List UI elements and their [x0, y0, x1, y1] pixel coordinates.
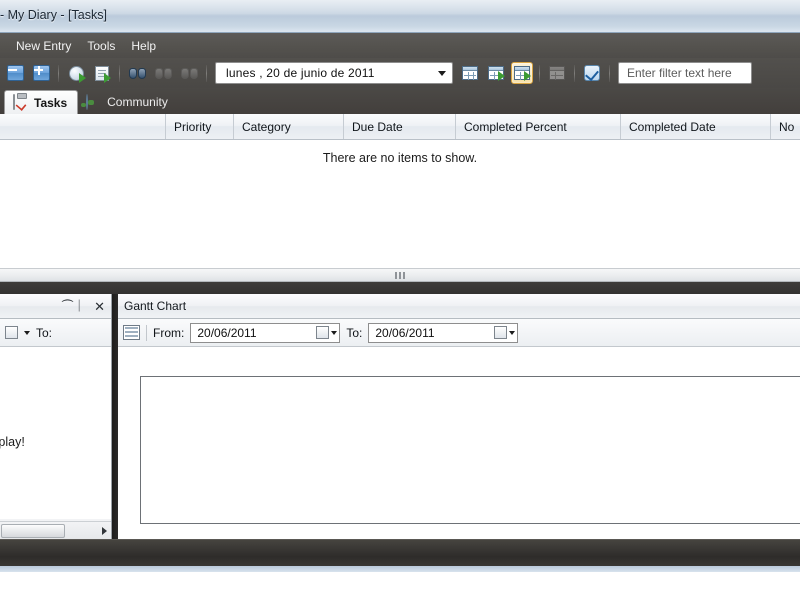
column-header-completed-date[interactable]: Completed Date [621, 114, 771, 139]
tab-tasks-label: Tasks [34, 95, 68, 110]
toolbar-date-value: lunes , 20 de junio de 2011 [226, 66, 375, 80]
binoculars-find-next-icon [154, 67, 172, 79]
gantt-to-date-value: 20/06/2011 [375, 325, 435, 340]
gantt-dock-panel: Gantt Chart From: 20/06/2011 To: 20/06/2… [118, 294, 800, 539]
mark-complete-icon [584, 65, 600, 81]
date-picker-box-icon [316, 326, 330, 339]
find-previous-button[interactable] [178, 62, 200, 84]
binoculars-find-previous-icon [180, 67, 198, 79]
toolbar-separator [574, 64, 575, 82]
document-tab-strip: Tasks Community [0, 88, 800, 114]
gantt-panel-toolbar: From: 20/06/2011 To: 20/06/2011 [118, 319, 800, 347]
chevron-down-icon [438, 70, 446, 76]
tab-tasks[interactable]: Tasks [4, 90, 79, 114]
gantt-from-date-input[interactable]: 20/06/2011 [190, 322, 341, 343]
scroll-right-arrow-icon[interactable] [102, 526, 107, 535]
toolbar-date-picker[interactable]: lunes , 20 de junio de 2011 [215, 62, 453, 84]
column-header-category[interactable]: Category [234, 114, 344, 139]
expand-all-icon [32, 65, 50, 81]
import-file-button[interactable] [91, 62, 113, 84]
grid-view-icon [462, 66, 478, 80]
toolbar-separator [609, 64, 610, 82]
collapse-all-icon [6, 65, 24, 81]
binoculars-find-icon [128, 67, 146, 79]
grid-view-button[interactable] [459, 62, 481, 84]
main-toolbar: lunes , 20 de junio de 2011 Enter filter… [0, 58, 800, 88]
gantt-from-date-value: 20/06/2011 [197, 325, 257, 340]
menu-new-entry[interactable]: New Entry [8, 36, 79, 56]
chevron-down-icon[interactable] [24, 330, 30, 335]
export-grid-selected-button[interactable] [511, 62, 533, 84]
title-bar-sheen [0, 0, 800, 16]
collapse-all-button[interactable] [4, 62, 26, 84]
mark-complete-button[interactable] [581, 62, 603, 84]
gantt-panel-title: Gantt Chart [124, 299, 187, 313]
date-picker-box-icon [494, 326, 508, 339]
menu-bar: New Entry Tools Help [0, 33, 800, 58]
left-panel-to-label: To: [36, 325, 53, 340]
import-file-icon [95, 65, 111, 83]
left-panel-hscrollbar[interactable] [0, 521, 111, 539]
gantt-panel-header: Gantt Chart [118, 294, 800, 319]
toolbar-separator [58, 64, 59, 82]
task-grid-header: Priority Category Due Date Completed Per… [0, 114, 800, 140]
window-title: - My Diary - [Tasks] [0, 8, 107, 22]
dock-separator-band [0, 282, 800, 294]
gantt-from-label: From: [153, 325, 185, 340]
community-globe-icon [86, 93, 101, 110]
calendar-icon[interactable] [123, 325, 140, 340]
grid-disabled-icon [549, 66, 565, 80]
menu-tools[interactable]: Tools [79, 36, 123, 56]
menu-help[interactable]: Help [123, 36, 164, 56]
export-grid-selected-icon [514, 66, 531, 81]
tab-community-label: Community [107, 95, 168, 109]
refresh-import-button[interactable] [65, 62, 87, 84]
toolbar-separator [146, 324, 147, 341]
desktop-background [0, 572, 800, 600]
left-panel-header: ⏜｜ ✕ [0, 294, 111, 319]
pin-icon[interactable]: ⏜｜ [62, 300, 86, 312]
find-button[interactable] [126, 62, 148, 84]
gantt-to-label: To: [346, 325, 363, 340]
filter-input[interactable]: Enter filter text here [618, 62, 752, 84]
tab-community[interactable]: Community [78, 90, 178, 114]
date-picker-box-icon[interactable] [5, 326, 18, 339]
toolbar-separator [206, 64, 207, 82]
gantt-from-date-picker[interactable] [316, 326, 338, 339]
filter-placeholder: Enter filter text here [627, 66, 732, 80]
close-icon[interactable]: ✕ [94, 300, 105, 313]
export-grid-button[interactable] [485, 62, 507, 84]
column-header-notes[interactable]: No [771, 114, 800, 139]
date-dropdown-button[interactable] [432, 63, 452, 83]
column-header-due-date[interactable]: Due Date [344, 114, 456, 139]
left-panel-client: o display! [0, 347, 111, 519]
column-header-completed-percent[interactable]: Completed Percent [456, 114, 621, 139]
grid-empty-message: There are no items to show. [322, 151, 478, 165]
toolbar-separator [119, 64, 120, 82]
refresh-import-icon [68, 65, 86, 83]
gantt-to-date-input[interactable]: 20/06/2011 [368, 322, 519, 343]
bottom-dock: ⏜｜ ✕ To: o display! Gantt Chart [0, 294, 800, 539]
left-dock-panel: ⏜｜ ✕ To: o display! [0, 294, 112, 539]
grid-disabled-button [546, 62, 568, 84]
title-bar: - My Diary - [Tasks] [0, 0, 800, 33]
expand-all-button[interactable] [30, 62, 52, 84]
gantt-chart-canvas[interactable] [140, 376, 800, 524]
status-bar [0, 539, 800, 572]
application-window: - My Diary - [Tasks] New Entry Tools Hel… [0, 0, 800, 600]
column-header-priority[interactable]: Priority [166, 114, 234, 139]
horizontal-splitter[interactable] [0, 268, 800, 282]
find-next-button[interactable] [152, 62, 174, 84]
column-header-blank[interactable] [0, 114, 166, 139]
tasks-clipboard-icon [13, 94, 28, 110]
toolbar-separator [539, 64, 540, 82]
scrollbar-thumb[interactable] [1, 523, 65, 538]
task-grid-body: There are no items to show. [0, 140, 800, 268]
chevron-down-icon [331, 330, 338, 335]
chevron-down-icon [509, 330, 516, 335]
export-grid-icon [488, 66, 505, 81]
splitter-grip-icon [395, 271, 405, 279]
gantt-to-date-picker[interactable] [494, 326, 516, 339]
left-panel-toolbar: To: [0, 319, 111, 347]
